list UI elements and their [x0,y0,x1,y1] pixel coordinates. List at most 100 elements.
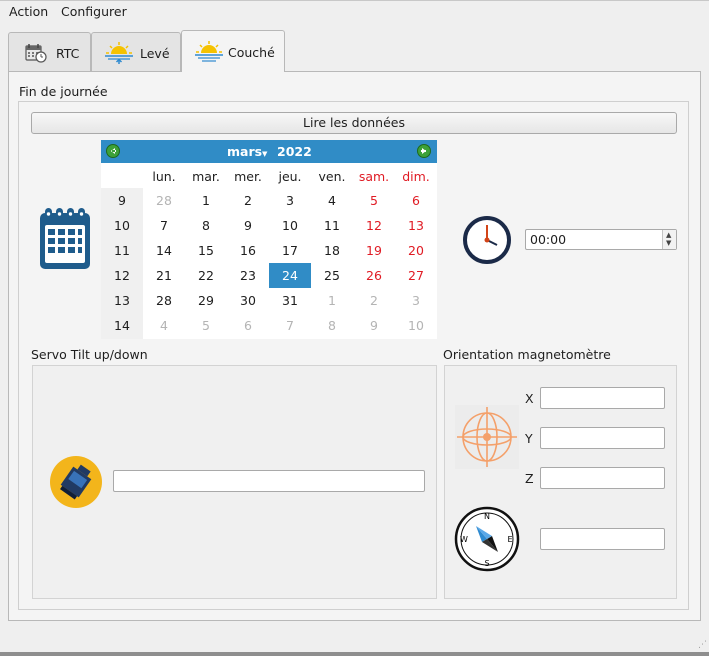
day-header: mer. [234,169,262,184]
calendar-day-other-month[interactable]: 6 [227,313,269,338]
calendar-day-other-month[interactable]: 10 [395,313,437,338]
servo-label: Servo Tilt up/down [31,347,148,362]
calendar-day-other-month[interactable]: 28 [143,188,185,213]
calendar-day-other-month[interactable]: 9 [353,313,395,338]
calendar-day[interactable]: 3 [269,188,311,213]
compass-w: W [460,535,468,544]
servo-input[interactable] [113,470,425,492]
week-number: 9 [118,193,126,208]
calendar-day[interactable]: 22 [185,263,227,288]
calendar-day[interactable]: 30 [227,288,269,313]
z-label: Z [525,471,534,486]
calendar-day[interactable]: 28 [143,288,185,313]
calendar-day-other-month[interactable]: 8 [311,313,353,338]
calendar-day[interactable]: 8 [185,213,227,238]
calendar-icon [38,207,92,274]
calendar-day-other-month[interactable]: 5 [185,313,227,338]
tab-leve[interactable]: Levé [91,32,181,71]
servo-icon [49,455,103,512]
day-header: jeu. [278,169,302,184]
clock-icon [462,215,512,268]
calendar-day[interactable]: 4 [311,188,353,213]
calendar-day[interactable]: 29 [185,288,227,313]
tab-leve-label: Levé [140,46,170,61]
day-header: sam. [358,169,390,184]
calendar-day[interactable]: 7 [143,213,185,238]
calendar-day[interactable]: 19 [353,238,395,263]
calendar-day[interactable]: 10 [269,213,311,238]
section-title: Fin de journée [19,84,108,99]
day-header: ven. [318,169,346,184]
calendar-day[interactable]: 21 [143,263,185,288]
menu-action[interactable]: Action [9,4,48,19]
time-value: 00:00 [530,232,567,247]
day-header: dim. [402,169,430,184]
resize-grip-icon[interactable]: ⋰ [698,640,707,650]
z-input[interactable] [540,467,665,489]
clock-calendar-icon [25,43,47,66]
week-number: 11 [114,243,130,258]
calendar-day[interactable]: 17 [269,238,311,263]
calendar-day[interactable]: 26 [353,263,395,288]
calendar-day[interactable]: 31 [269,288,311,313]
compass-n: N [484,512,490,521]
calendar-day[interactable]: 1 [185,188,227,213]
calendar-day[interactable]: 2 [227,188,269,213]
tab-rtc[interactable]: RTC [8,32,91,71]
calendar-day[interactable]: 9 [227,213,269,238]
day-header: lun. [152,169,176,184]
menu-bar: Action Configurer [0,0,709,22]
chevron-down-icon[interactable]: ▼ [666,239,671,247]
orientation-label: Orientation magnetomètre [443,347,611,362]
calendar-day[interactable]: 6 [395,188,437,213]
month-selector[interactable]: mars [227,144,262,159]
year-selector[interactable]: 2022 [277,144,312,159]
calendar-day[interactable]: 16 [227,238,269,263]
sunset-icon [195,40,223,67]
y-label: Y [525,431,533,446]
calendar-day-other-month[interactable]: 2 [353,288,395,313]
calendar-day[interactable]: 20 [395,238,437,263]
week-number: 14 [114,318,130,333]
calendar-day[interactable]: 24 [269,263,311,288]
calendar-day[interactable]: 11 [311,213,353,238]
chevron-up-icon[interactable]: ▲ [666,231,671,239]
compass-e: E [507,535,512,544]
calendar-day[interactable]: 25 [311,263,353,288]
week-number: 13 [114,293,130,308]
next-month-button[interactable] [417,144,431,158]
calendar-day-other-month[interactable]: 7 [269,313,311,338]
calendar-day-other-month[interactable]: 1 [311,288,353,313]
time-spinner[interactable]: ▲ ▼ [662,230,676,249]
calendar-day[interactable]: 5 [353,188,395,213]
calendar-day[interactable]: 13 [395,213,437,238]
week-number: 10 [114,218,130,233]
calendar-day[interactable]: 12 [353,213,395,238]
x-input[interactable] [540,387,665,409]
x-label: X [525,391,534,406]
calendar-day-other-month[interactable]: 3 [395,288,437,313]
calendar-day[interactable]: 14 [143,238,185,263]
window-bottom-border [0,652,709,656]
day-header: mar. [192,169,220,184]
time-field[interactable]: 00:00 ▲ ▼ [525,229,677,250]
calendar-day[interactable]: 23 [227,263,269,288]
calendar-day[interactable]: 18 [311,238,353,263]
tab-couche-label: Couché [228,45,275,60]
tab-couche[interactable]: Couché [181,30,285,72]
calendar-day[interactable]: 15 [185,238,227,263]
prev-month-button[interactable] [106,144,120,158]
calendar-day-other-month[interactable]: 4 [143,313,185,338]
calendar-navigation: mars ▼ 2022 [101,140,437,163]
compass-s: S [484,559,489,568]
y-input[interactable] [540,427,665,449]
compass-icon: N S E W [454,506,520,575]
sunrise-icon [105,41,133,68]
week-number: 12 [114,268,130,283]
chevron-down-icon: ▼ [262,150,268,158]
menu-configure[interactable]: Configurer [61,4,127,19]
calendar-day[interactable]: 27 [395,263,437,288]
read-data-button[interactable]: Lire les données [31,112,677,134]
heading-input[interactable] [540,528,665,550]
gyroscope-icon [455,405,519,472]
